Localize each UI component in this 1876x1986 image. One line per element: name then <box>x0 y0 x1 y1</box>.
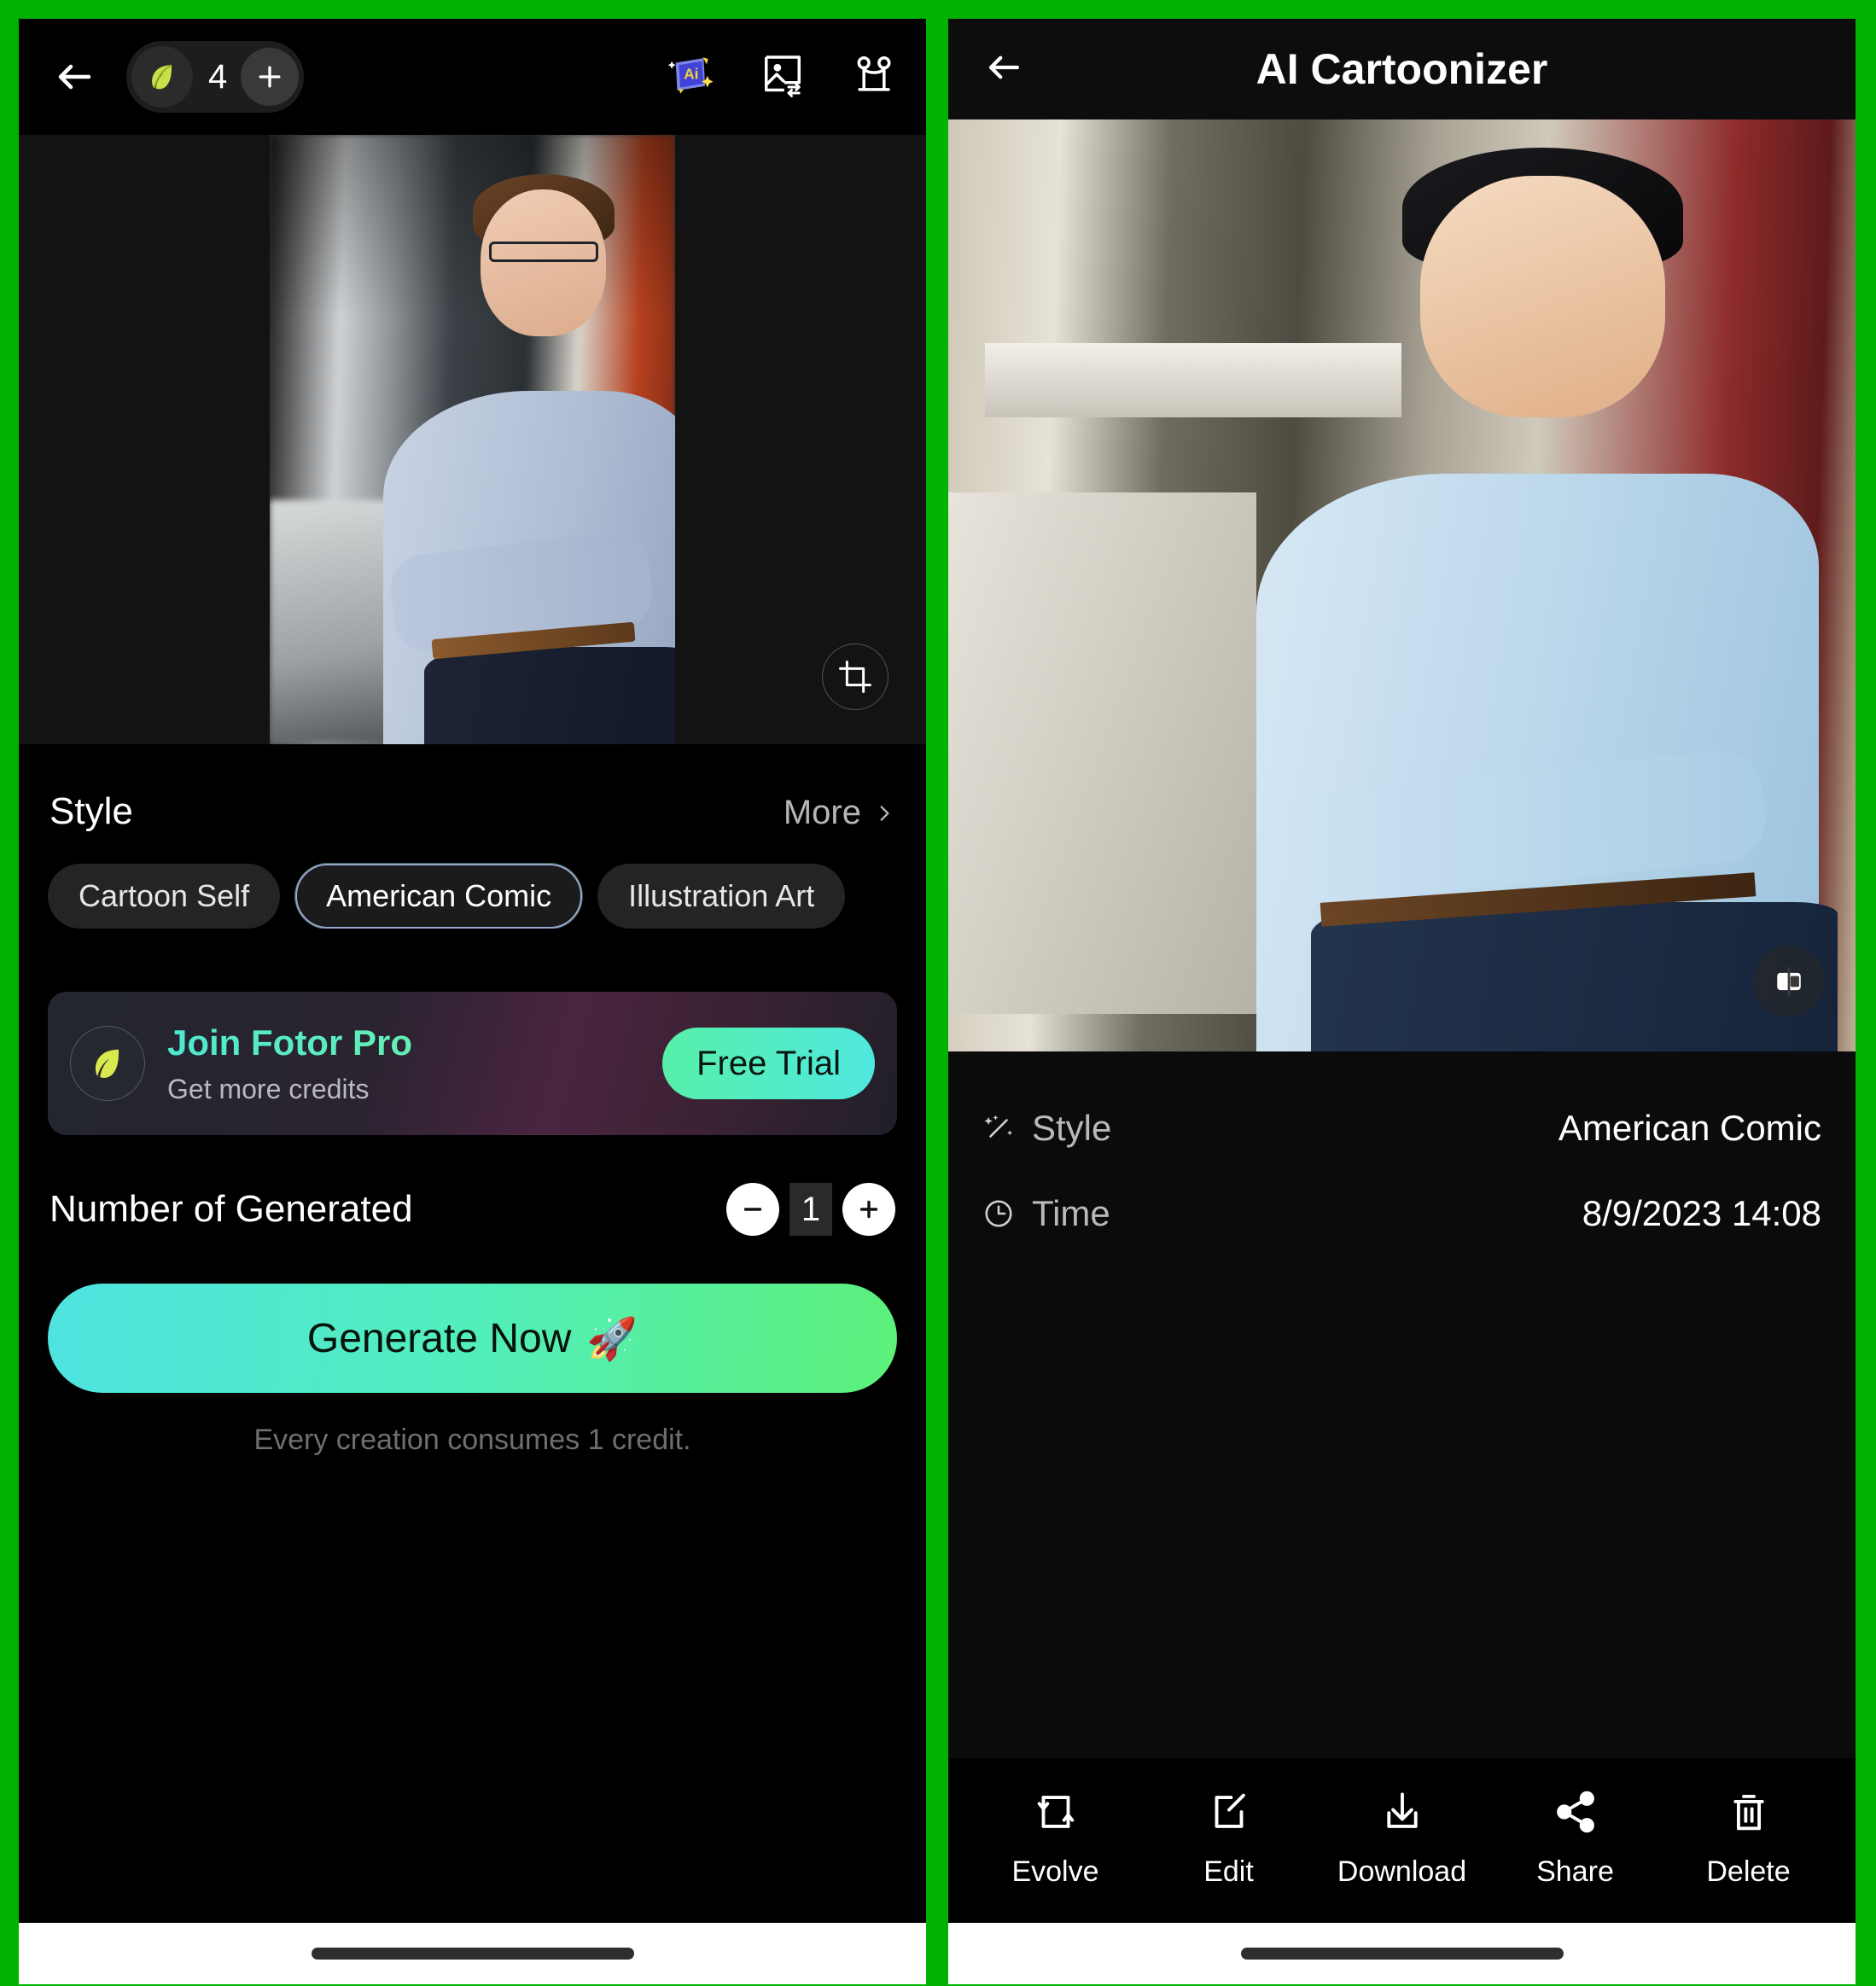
style-section-header: Style More <box>19 744 926 833</box>
pro-banner-texts: Join Fotor Pro Get more credits <box>167 1022 412 1105</box>
ai-magic-banner-icon[interactable]: Ai <box>665 50 714 104</box>
result-metadata: Style American Comic Time 8/9/2023 14:08 <box>948 1051 1856 1758</box>
number-of-generated-label: Number of Generated <box>50 1188 413 1230</box>
crop-icon[interactable] <box>822 644 888 710</box>
leaf-icon <box>131 46 193 108</box>
original-photo-container <box>19 135 926 744</box>
page-title: AI Cartoonizer <box>1256 45 1548 93</box>
chevron-right-icon <box>880 805 889 821</box>
meta-time-label: Time <box>1032 1193 1110 1233</box>
meta-row-style: Style American Comic <box>982 1086 1821 1171</box>
delete-label: Delete <box>1706 1855 1791 1888</box>
compare-split-icon[interactable] <box>1753 946 1825 1017</box>
left-phone-screen: 4 Ai Style More Cartoon Self American Co… <box>19 19 926 1984</box>
credits-count: 4 <box>208 57 228 96</box>
back-arrow-icon[interactable] <box>48 50 101 103</box>
credits-pill[interactable]: 4 <box>126 41 305 113</box>
home-indicator[interactable] <box>1240 1948 1564 1960</box>
free-trial-button[interactable]: Free Trial <box>662 1028 875 1099</box>
decrement-button[interactable] <box>726 1183 779 1236</box>
clock-icon <box>985 1200 1012 1227</box>
delete-button[interactable]: Delete <box>1662 1787 1835 1889</box>
pro-banner[interactable]: Join Fotor Pro Get more credits Free Tri… <box>48 992 897 1135</box>
image-swap-icon[interactable] <box>759 51 807 103</box>
style-title: Style <box>50 790 133 832</box>
quantity-value: 1 <box>789 1183 832 1236</box>
edit-button[interactable]: Edit <box>1142 1787 1315 1889</box>
home-indicator-bar-right <box>948 1923 1856 1984</box>
share-label: Share <box>1536 1855 1614 1888</box>
meta-style-value: American Comic <box>1558 1108 1821 1148</box>
edit-pencil-icon <box>1215 1793 1245 1828</box>
meta-style-left: Style <box>982 1108 1111 1149</box>
add-credits-button[interactable] <box>241 48 300 106</box>
pro-banner-subtitle: Get more credits <box>167 1073 370 1104</box>
meta-time-left: Time <box>982 1193 1110 1234</box>
pro-banner-title: Join Fotor Pro <box>167 1022 412 1063</box>
style-chip-illustration-art[interactable]: Illustration Art <box>597 864 846 929</box>
download-label: Download <box>1337 1855 1467 1888</box>
canvas-expand-icon[interactable] <box>851 52 897 102</box>
evolve-loop-icon <box>1037 1796 1074 1828</box>
result-photo <box>948 119 1856 1051</box>
meta-style-label: Style <box>1032 1108 1112 1148</box>
home-indicator[interactable] <box>311 1948 634 1960</box>
style-chip-cartoon-self[interactable]: Cartoon Self <box>48 864 281 929</box>
home-indicator-bar-left <box>19 1923 926 1984</box>
generate-now-button[interactable]: Generate Now 🚀 <box>48 1284 897 1393</box>
meta-row-time: Time 8/9/2023 14:08 <box>982 1171 1821 1256</box>
meta-time-value: 8/9/2023 14:08 <box>1582 1193 1821 1233</box>
magic-wand-icon <box>984 1115 1013 1138</box>
rocket-icon: 🚀 <box>586 1316 638 1362</box>
left-topbar: 4 Ai <box>19 19 926 135</box>
screenshot-root: 4 Ai Style More Cartoon Self American Co… <box>0 0 1876 1986</box>
generate-now-label: Generate Now <box>306 1315 572 1361</box>
increment-button[interactable] <box>842 1183 895 1236</box>
download-icon <box>1386 1792 1418 1828</box>
style-chip-american-comic[interactable]: American Comic <box>295 864 583 929</box>
left-topbar-actions: Ai <box>665 50 897 104</box>
share-icon <box>1556 1791 1594 1833</box>
back-arrow-icon[interactable] <box>979 43 1032 96</box>
svg-text:Ai: Ai <box>684 65 698 82</box>
number-of-generated-row: Number of Generated 1 <box>19 1135 926 1236</box>
style-more-label: More <box>783 794 861 831</box>
style-more-button[interactable]: More <box>784 794 895 832</box>
edit-label: Edit <box>1203 1855 1254 1888</box>
leaf-icon <box>70 1026 145 1101</box>
credit-note: Every creation consumes 1 credit. <box>253 1424 691 1456</box>
right-phone-screen: AI Cartoonizer Style American Comic Time… <box>948 19 1856 1984</box>
trash-icon <box>1733 1794 1764 1831</box>
result-photo-container <box>948 119 1856 1051</box>
share-button[interactable]: Share <box>1489 1787 1662 1889</box>
download-button[interactable]: Download <box>1315 1787 1489 1889</box>
evolve-label: Evolve <box>1011 1855 1099 1888</box>
original-photo-art <box>270 135 675 744</box>
original-photo <box>270 135 675 744</box>
style-chips: Cartoon Self American Comic Illustration… <box>19 833 926 929</box>
evolve-button[interactable]: Evolve <box>969 1787 1142 1889</box>
quantity-stepper: 1 <box>726 1183 895 1236</box>
result-toolbar: Evolve Edit Download Share Delete <box>948 1758 1856 1923</box>
right-topbar: AI Cartoonizer <box>948 19 1856 119</box>
